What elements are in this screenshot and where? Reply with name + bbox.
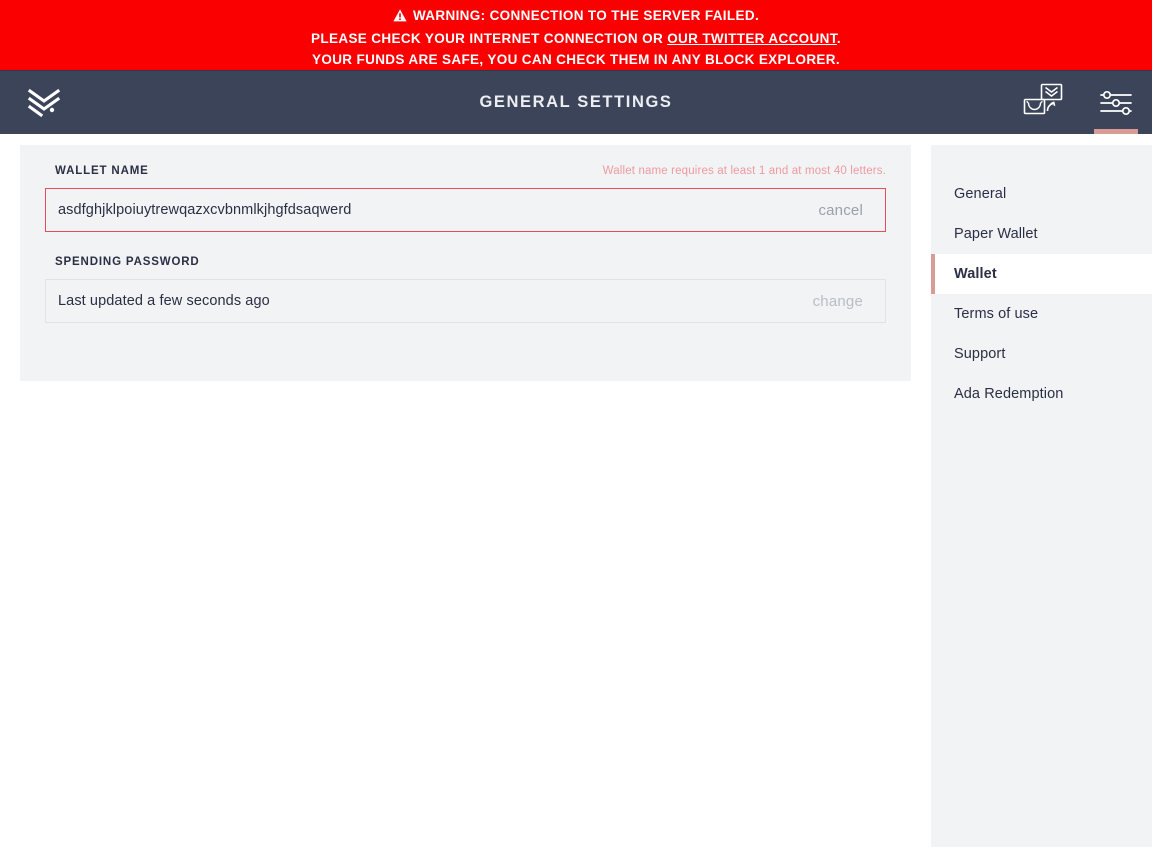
settings-menu-item-terms-of-use[interactable]: Terms of use bbox=[931, 294, 1152, 334]
warning-triangle-icon bbox=[393, 7, 407, 28]
settings-menu-item-wallet[interactable]: Wallet bbox=[931, 254, 1152, 294]
warning-text-2-after: . bbox=[836, 31, 841, 46]
field-spacer bbox=[45, 232, 886, 256]
settings-menu-item-support[interactable]: Support bbox=[931, 334, 1152, 374]
wallet-switch-icon[interactable] bbox=[1008, 71, 1080, 135]
wallet-name-label: WALLET NAME bbox=[55, 165, 149, 177]
wallet-name-cancel-button[interactable]: cancel bbox=[818, 189, 863, 231]
top-bar: GENERAL SETTINGS bbox=[0, 70, 1152, 135]
spending-password-row[interactable]: Last updated a few seconds ago change bbox=[45, 279, 886, 323]
settings-menu-item-general[interactable]: General bbox=[931, 174, 1152, 214]
warning-line-3: YOUR FUNDS ARE SAFE, YOU CAN CHECK THEM … bbox=[312, 52, 840, 67]
server-connection-warning-banner: WARNING: CONNECTION TO THE SERVER FAILED… bbox=[0, 0, 1152, 70]
settings-menu-item-ada-redemption[interactable]: Ada Redemption bbox=[931, 374, 1152, 414]
top-bar-actions bbox=[1008, 71, 1152, 135]
wallet-name-field-header: WALLET NAME Wallet name requires at leas… bbox=[45, 165, 886, 177]
twitter-account-link[interactable]: OUR TWITTER ACCOUNT bbox=[667, 31, 837, 46]
spending-password-field-header: SPENDING PASSWORD bbox=[45, 256, 886, 268]
wallet-settings-panel: WALLET NAME Wallet name requires at leas… bbox=[20, 145, 911, 381]
warning-text-2-before: PLEASE CHECK YOUR INTERNET CONNECTION OR bbox=[311, 31, 668, 46]
settings-sliders-icon[interactable] bbox=[1080, 71, 1152, 135]
spending-password-change-button[interactable]: change bbox=[813, 280, 863, 322]
wallet-name-input-row[interactable]: asdfghjklpoiuytrewqazxcvbnmlkjhgfdsaqwer… bbox=[45, 188, 886, 232]
warning-text-1: WARNING: CONNECTION TO THE SERVER FAILED… bbox=[412, 8, 760, 23]
wallet-name-error-message: Wallet name requires at least 1 and at m… bbox=[602, 165, 886, 177]
settings-side-menu: General Paper Wallet Wallet Terms of use… bbox=[931, 145, 1152, 847]
settings-menu-item-paper-wallet[interactable]: Paper Wallet bbox=[931, 214, 1152, 254]
warning-line-1: WARNING: CONNECTION TO THE SERVER FAILED… bbox=[0, 5, 1152, 28]
warning-line-2: PLEASE CHECK YOUR INTERNET CONNECTION OR… bbox=[0, 28, 1152, 49]
settings-page: WALLET NAME Wallet name requires at leas… bbox=[0, 134, 1152, 847]
page-title: GENERAL SETTINGS bbox=[479, 93, 673, 111]
wallet-name-input[interactable]: asdfghjklpoiuytrewqazxcvbnmlkjhgfdsaqwer… bbox=[58, 189, 351, 231]
spending-password-label: SPENDING PASSWORD bbox=[55, 256, 200, 268]
spending-password-status: Last updated a few seconds ago bbox=[58, 293, 270, 309]
